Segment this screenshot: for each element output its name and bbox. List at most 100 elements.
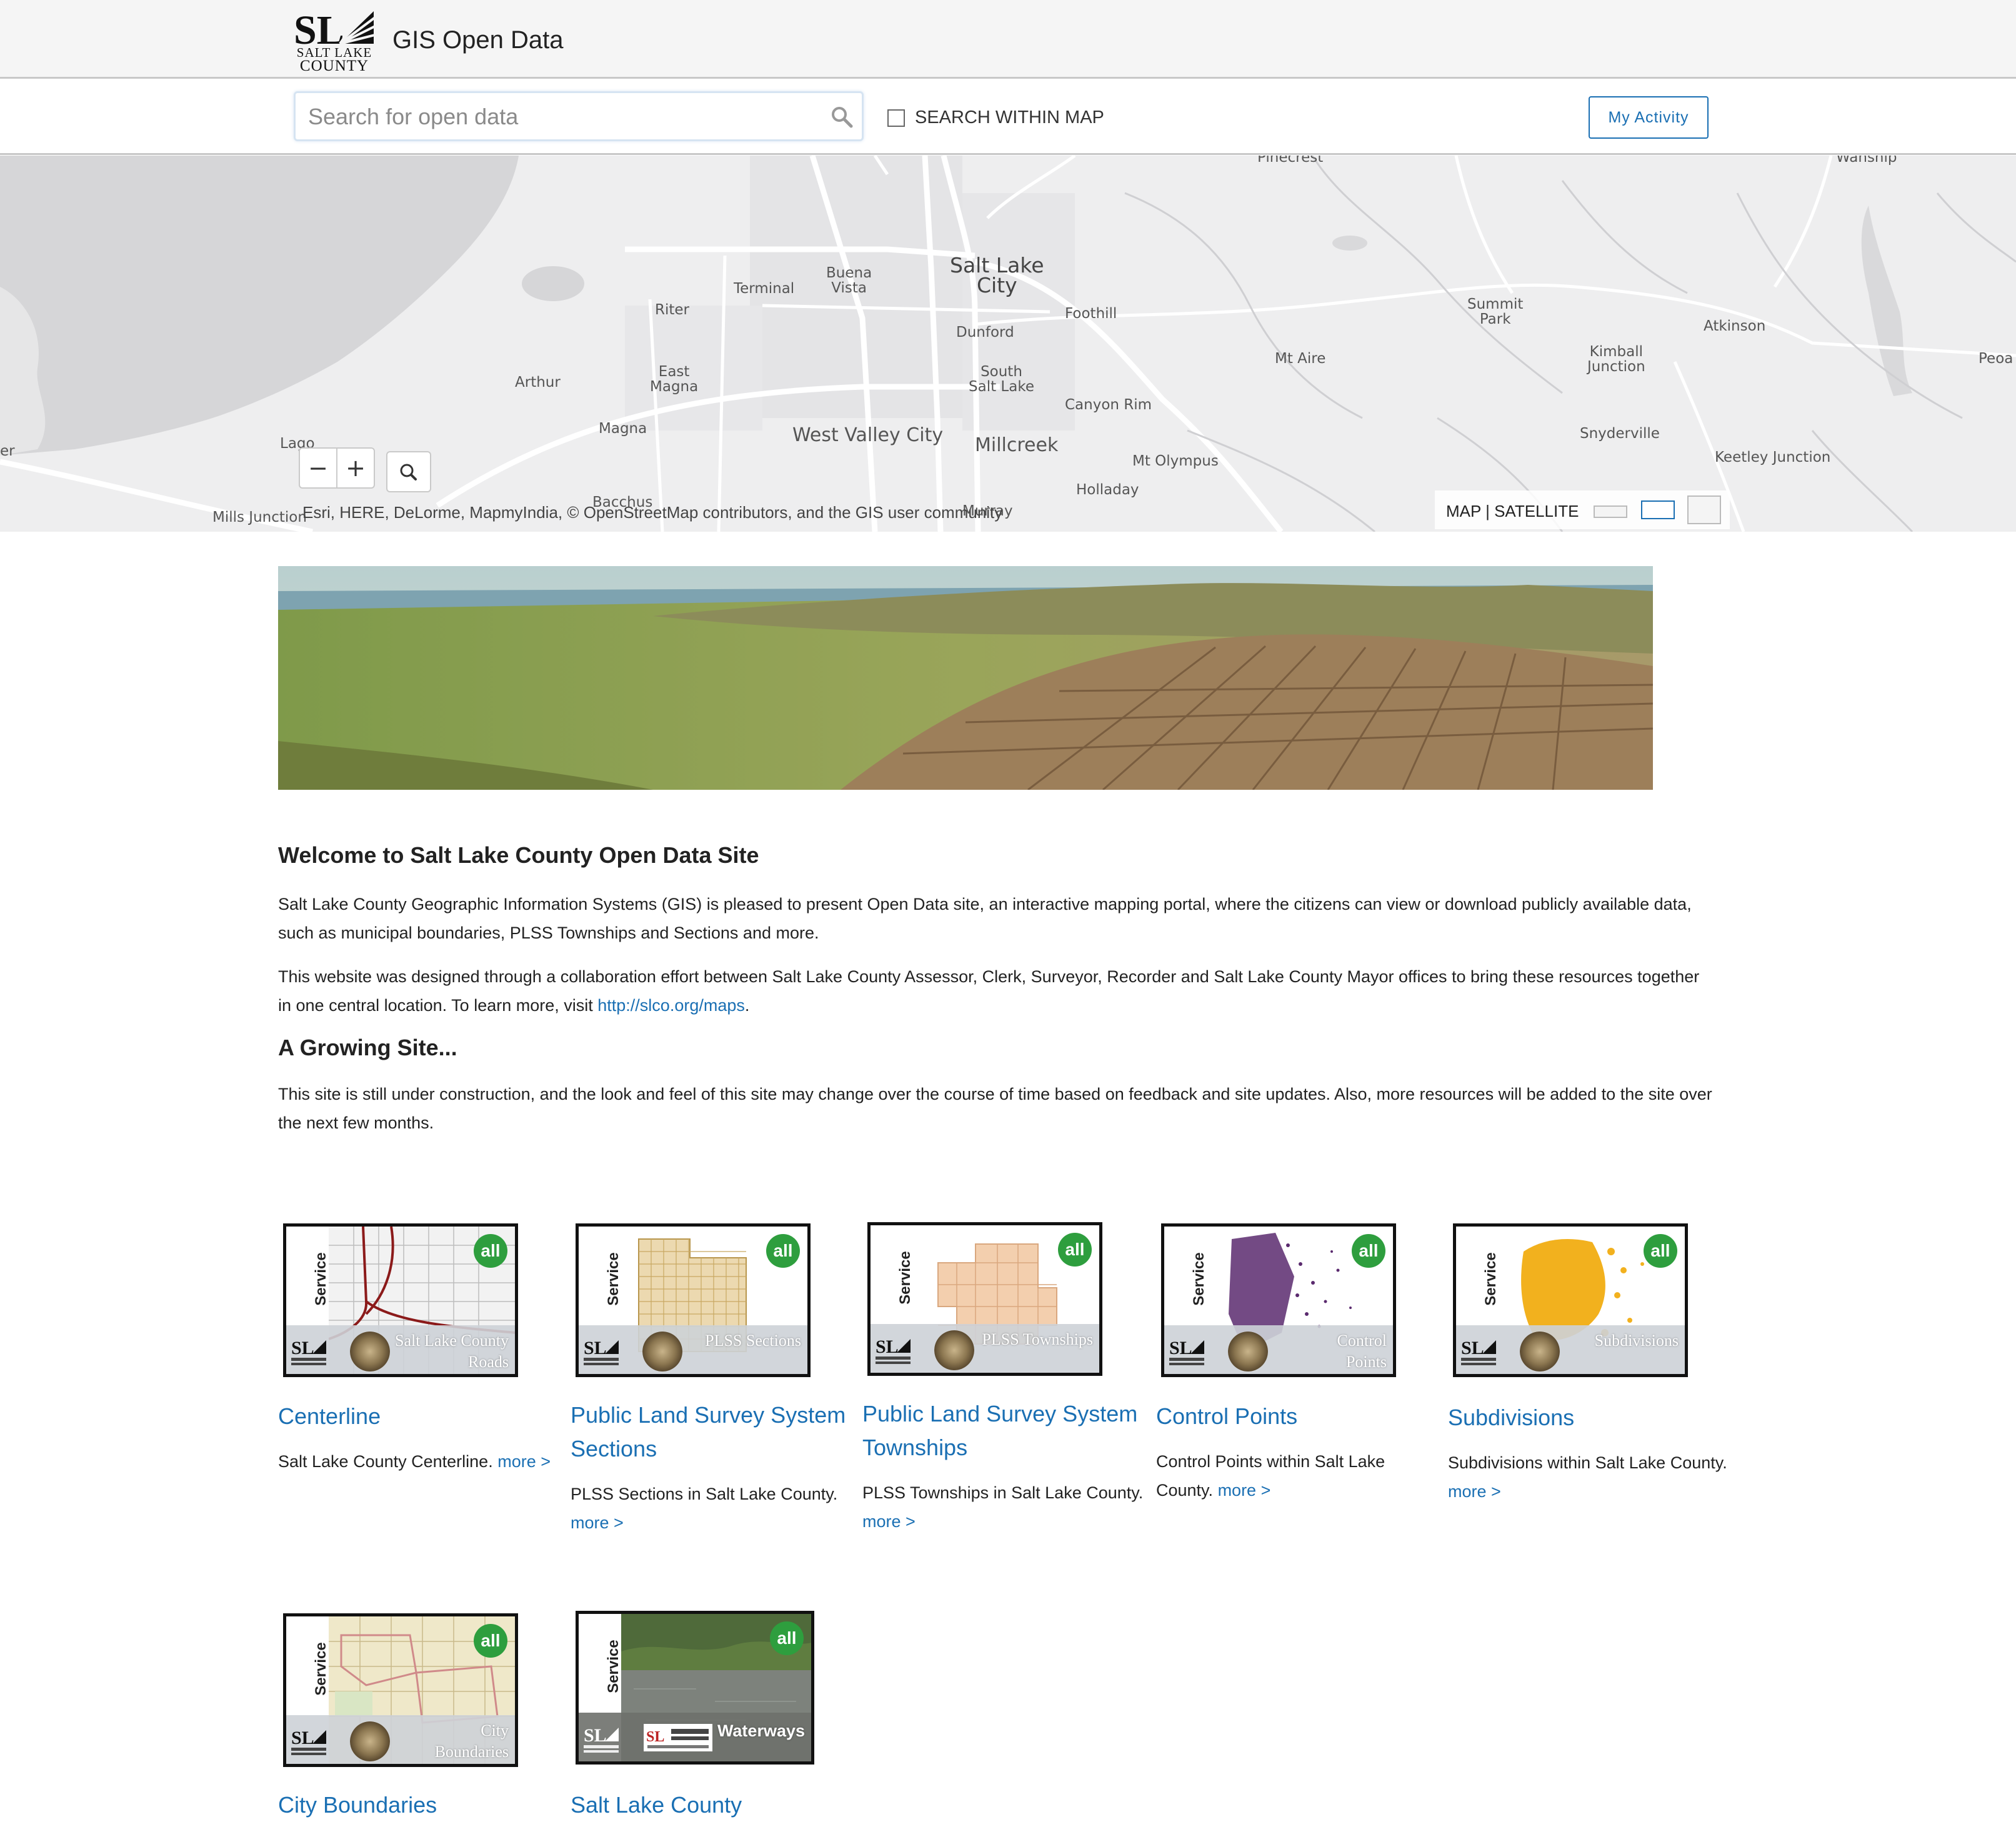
map-label-arthur: Arthur: [515, 374, 561, 391]
intro-paragraph-2-text: This website was designed through a coll…: [278, 967, 1700, 1015]
map-label-riter: Riter: [655, 302, 689, 318]
svg-text:SL: SL: [584, 1725, 607, 1746]
thumbnail-caption: Subdivisions: [1594, 1332, 1679, 1350]
map-label-mt-aire: Mt Aire: [1275, 351, 1326, 367]
dataset-thumbnail[interactable]: Service SL Control Points all: [1161, 1223, 1396, 1377]
slco-mini-logo: SL: [876, 1337, 911, 1364]
service-tag: Service: [579, 1227, 622, 1327]
slco-maps-link[interactable]: http://slco.org/maps: [597, 996, 745, 1015]
dataset-thumbnail[interactable]: Service SL Salt Lake County Roads all: [283, 1223, 518, 1377]
service-tag: Service: [286, 1616, 329, 1716]
map-search-button[interactable]: [386, 451, 431, 492]
map-label-millcreek: Millcreek: [975, 434, 1059, 456]
map-view[interactable]: Salt Lake City Buena Vista Terminal Riter …: [0, 156, 2016, 532]
map-label-terminal: Terminal: [734, 281, 795, 297]
map-label-er: er: [0, 443, 15, 459]
zoom-in-button[interactable]: +: [337, 449, 374, 487]
dataset-description: Subdivisions within Salt Lake County. mo…: [1448, 1448, 1729, 1506]
flood-control-logo: SL: [644, 1724, 712, 1751]
search-input[interactable]: [308, 102, 808, 132]
slco-mini-logo: SL: [584, 1338, 619, 1365]
map-label-east-magna: East Magna: [650, 364, 699, 395]
zoom-out-button[interactable]: −: [300, 449, 337, 487]
svg-text:SL: SL: [294, 9, 344, 47]
map-label-west-valley-city: West Valley City: [792, 424, 944, 446]
salt-lake-county-logo[interactable]: SL SALT LAKE COUNTY: [294, 9, 375, 74]
all-badge: all: [474, 1624, 507, 1658]
service-tag: Service: [579, 1614, 622, 1714]
more-link[interactable]: more >: [1218, 1481, 1271, 1500]
svg-text:SL: SL: [1169, 1338, 1192, 1358]
search-box: [294, 91, 864, 141]
service-tag: Service: [1456, 1227, 1499, 1327]
dataset-thumbnail[interactable]: Service SL Subdivisions all: [1453, 1223, 1688, 1377]
thumbnail-caption: Waterways: [717, 1721, 805, 1740]
dataset-thumbnail[interactable]: Service SL City Boundaries all: [283, 1613, 518, 1767]
map-label-kimball-junction: Kimball Junction: [1587, 344, 1645, 375]
intro-paragraph-2-end: .: [744, 996, 750, 1015]
service-label: Service: [312, 1642, 329, 1696]
map-label-magna: Magna: [599, 421, 647, 437]
app-title[interactable]: GIS Open Data: [392, 26, 563, 54]
basemap-option-large[interactable]: [1687, 495, 1721, 524]
svg-text:SL: SL: [1461, 1338, 1484, 1358]
basemap-option-medium-selected[interactable]: [1641, 500, 1675, 519]
search-within-map-checkbox[interactable]: [887, 109, 905, 127]
salt-lake-valley-banner-image: [278, 566, 1653, 790]
search-within-map-label[interactable]: SEARCH WITHIN MAP: [915, 107, 1104, 128]
intro-paragraph-2: This website was designed through a coll…: [278, 962, 1715, 1020]
svg-text:SL: SL: [646, 1729, 664, 1745]
all-badge: all: [474, 1234, 507, 1268]
service-label: Service: [605, 1252, 622, 1306]
more-link[interactable]: more >: [497, 1452, 551, 1471]
map-label-wanship: Wanship: [1836, 156, 1897, 166]
banner-illustration: [278, 566, 1653, 790]
dataset-title[interactable]: Control Points: [1156, 1400, 1450, 1433]
map-label-foothill: Foothill: [1065, 306, 1117, 322]
slco-mini-logo: SL: [1169, 1338, 1204, 1365]
all-badge: all: [1058, 1233, 1092, 1267]
thumbnail-caption: Salt Lake County Roads: [395, 1332, 509, 1371]
svg-text:SL: SL: [291, 1728, 314, 1748]
magnifier-icon: [400, 464, 417, 480]
dataset-title[interactable]: Subdivisions: [1448, 1401, 1742, 1435]
map-label-salt-lake-city: Salt Lake City: [950, 253, 1044, 297]
service-label: Service: [1482, 1252, 1499, 1306]
slco-mini-logo: SL: [584, 1725, 619, 1753]
slco-logo-mark: SL: [294, 9, 375, 47]
dataset-title[interactable]: Public Land Survey System Sections: [571, 1398, 864, 1466]
more-link[interactable]: more >: [862, 1512, 916, 1531]
more-link[interactable]: more >: [1448, 1482, 1501, 1501]
dataset-title[interactable]: Public Land Survey System Townships: [862, 1397, 1156, 1465]
my-activity-button[interactable]: My Activity: [1589, 96, 1709, 139]
dataset-thumbnail[interactable]: Service SL PLSS Sections all: [576, 1223, 811, 1377]
thumbnail-caption: City Boundaries: [434, 1721, 509, 1761]
search-within-map-option[interactable]: SEARCH WITHIN MAP: [887, 107, 1104, 128]
dataset-thumbnail[interactable]: Service SL SL Waterways all: [576, 1611, 814, 1765]
basemap-option-small[interactable]: [1594, 505, 1627, 518]
service-tag: Service: [871, 1225, 914, 1325]
service-label: Service: [897, 1251, 914, 1305]
service-tag: Service: [1164, 1227, 1207, 1327]
map-label-mt-olympus: Mt Olympus: [1132, 453, 1219, 469]
dataset-description: Salt Lake County Centerline. more >: [278, 1447, 559, 1476]
search-icon[interactable]: [829, 104, 854, 129]
dataset-title[interactable]: Salt Lake County: [571, 1788, 864, 1822]
map-label-holladay: Holladay: [1076, 482, 1139, 498]
dataset-title[interactable]: Centerline: [278, 1400, 572, 1433]
dataset-description-text: PLSS Sections in Salt Lake County.: [571, 1485, 838, 1503]
basemap-map-satellite-toggle[interactable]: MAP | SATELLITE: [1446, 502, 1579, 521]
dataset-thumbnail[interactable]: Service SL PLSS Townships all: [867, 1222, 1102, 1376]
more-link[interactable]: more >: [571, 1513, 624, 1532]
map-label-canyon-rim: Canyon Rim: [1065, 397, 1152, 413]
map-attribution: Esri, HERE, DeLorme, MapmyIndia, © OpenS…: [302, 503, 1003, 522]
all-badge: all: [1352, 1234, 1385, 1268]
service-label: Service: [312, 1252, 329, 1306]
dataset-description-text: Subdivisions within Salt Lake County.: [1448, 1453, 1727, 1472]
dataset-description: Control Points within Salt Lake County. …: [1156, 1447, 1437, 1505]
dataset-title[interactable]: City Boundaries: [278, 1788, 572, 1822]
dataset-description-text: PLSS Townships in Salt Lake County.: [862, 1483, 1144, 1502]
site-header: SL SALT LAKE COUNTY GIS Open Data: [0, 0, 2016, 79]
map-label-keetley-junction: Keetley Junction: [1715, 449, 1831, 465]
county-seal: [350, 1721, 390, 1761]
